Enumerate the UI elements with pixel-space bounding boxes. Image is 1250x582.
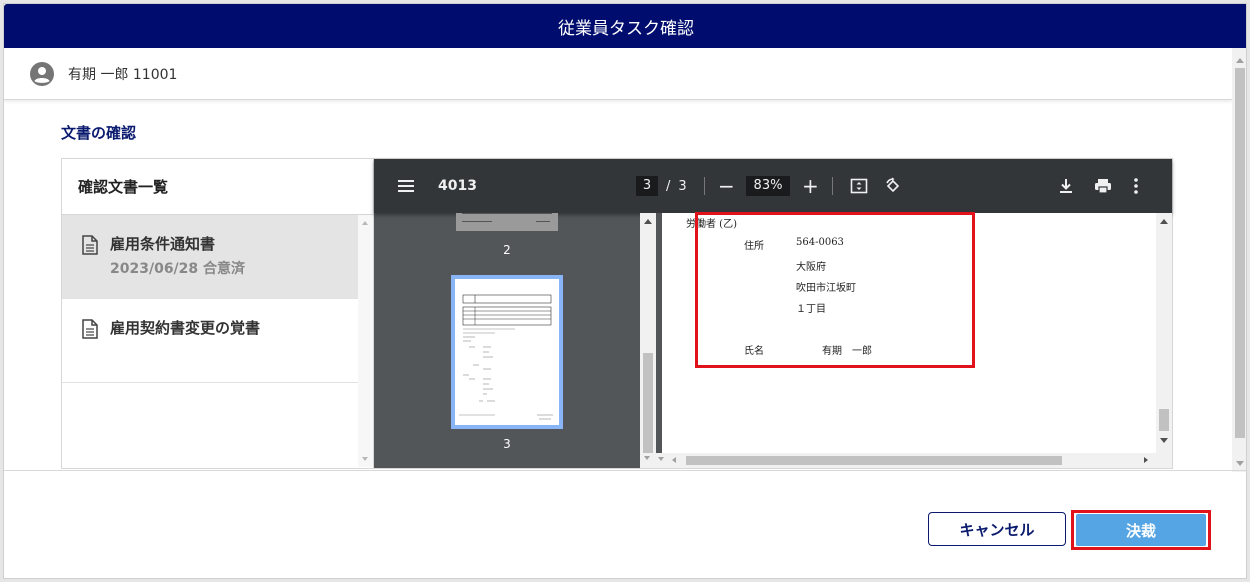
pdf-page-area: 労働者 (乙) 住所 564-0063 大阪府 吹田市江坂町 １丁目 氏名 有期… — [656, 213, 1172, 468]
thumbnail-label: 3 — [503, 437, 511, 451]
more-options-icon[interactable] — [1134, 159, 1138, 213]
scroll-thumb[interactable] — [686, 456, 1062, 465]
user-name: 有期 一郎 11001 — [68, 66, 178, 83]
pdf-document-name: 4013 — [438, 178, 477, 194]
page-horizontal-scrollbar[interactable] — [656, 453, 1172, 468]
city: 吹田市江坂町 — [796, 283, 856, 294]
scroll-down-arrow-icon[interactable] — [362, 457, 368, 461]
print-icon[interactable] — [1094, 159, 1112, 213]
pdf-toolbar: 4013 3 / 3 − 83% + — [374, 159, 1172, 213]
page-number-input[interactable]: 3 — [636, 176, 658, 196]
document-icon — [82, 319, 98, 339]
scroll-down-arrow-icon[interactable] — [644, 456, 650, 460]
document-item-title: 雇用契約書変更の覚書 — [110, 319, 261, 337]
thumbnail-preview — [459, 294, 553, 420]
document-list: 確認文書一覧 雇用条件通知書 2023/06/28 合意済 雇用契約書変更の覚書 — [62, 159, 374, 468]
scroll-up-arrow-icon[interactable] — [1160, 219, 1168, 224]
task-confirm-window: 従業員タスク確認 有期 一郎 11001 文書の確認 確認文書一覧 雇用条件通知… — [3, 3, 1247, 579]
title-bar: 従業員タスク確認 — [4, 4, 1246, 48]
prefecture: 大阪府 — [796, 262, 826, 273]
thumbnail-page-2[interactable] — [456, 213, 558, 231]
thumbnail-label: 2 — [503, 243, 511, 257]
toolbar-divider — [832, 177, 833, 195]
name-value: 有期 一郎 — [822, 346, 872, 357]
decide-button[interactable]: 決裁 — [1076, 514, 1206, 546]
scroll-down-arrow-icon[interactable] — [658, 457, 664, 461]
zoom-indicator: 83% — [746, 159, 790, 213]
thumbnail-pane: 2 3 — [374, 213, 640, 468]
page-vertical-scrollbar[interactable] — [1156, 213, 1172, 453]
pdf-page: 労働者 (乙) 住所 564-0063 大阪府 吹田市江坂町 １丁目 氏名 有期… — [662, 213, 1156, 453]
scroll-up-arrow-icon[interactable] — [362, 221, 368, 225]
zoom-in-button[interactable]: + — [802, 159, 819, 213]
document-item-title: 雇用条件通知書 — [110, 235, 216, 253]
scroll-down-arrow-icon[interactable] — [1236, 461, 1244, 466]
decide-button-highlight: 決裁 — [1071, 510, 1211, 550]
scroll-up-arrow-icon[interactable] — [1236, 58, 1244, 63]
user-avatar-icon — [30, 61, 54, 86]
block: １丁目 — [796, 304, 826, 315]
scroll-thumb[interactable] — [1159, 409, 1169, 431]
scroll-right-arrow-icon[interactable] — [1144, 457, 1148, 463]
document-item-status: 2023/06/28 合意済 — [110, 261, 246, 277]
thumbnail-scrollbar[interactable] — [640, 213, 656, 468]
main-scrollbar[interactable] — [1232, 48, 1246, 472]
document-list-scrollbar[interactable] — [358, 215, 373, 467]
postal-code: 564-0063 — [796, 237, 844, 248]
name-label: 氏名 — [744, 346, 764, 357]
zoom-input[interactable]: 83% — [746, 176, 790, 196]
scroll-left-arrow-icon[interactable] — [672, 457, 676, 463]
document-item-contract-memo[interactable]: 雇用契約書変更の覚書 — [62, 299, 373, 383]
rotate-icon[interactable] — [884, 159, 902, 213]
zoom-out-button[interactable]: − — [718, 159, 735, 213]
page-heading: 労働者 (乙) — [686, 219, 737, 230]
document-list-header: 確認文書一覧 — [62, 159, 373, 215]
cancel-button[interactable]: キャンセル — [928, 512, 1066, 546]
document-panel: 確認文書一覧 雇用条件通知書 2023/06/28 合意済 雇用契約書変更の覚書… — [61, 158, 1173, 469]
document-item-employment-notice[interactable]: 雇用条件通知書 2023/06/28 合意済 — [62, 215, 373, 299]
window-title: 従業員タスク確認 — [558, 18, 694, 39]
footer-divider — [4, 470, 1246, 471]
scroll-up-arrow-icon[interactable] — [644, 219, 652, 224]
scroll-thumb[interactable] — [643, 353, 653, 453]
fit-page-icon[interactable] — [850, 159, 868, 213]
pdf-viewer: 4013 3 / 3 − 83% + 2 3 労働者 (乙) 住所 564-00… — [374, 159, 1172, 468]
download-icon[interactable] — [1058, 159, 1074, 213]
scroll-thumb[interactable] — [1235, 68, 1245, 438]
page-total: 3 — [678, 178, 687, 194]
scroll-down-arrow-icon[interactable] — [1160, 438, 1168, 443]
thumbnail-page-3[interactable] — [451, 275, 563, 429]
page-separator: / — [666, 178, 671, 194]
page-indicator: 3 / 3 — [636, 159, 687, 213]
section-title: 文書の確認 — [61, 124, 137, 142]
toolbar-divider — [704, 177, 705, 195]
menu-icon[interactable] — [398, 159, 414, 213]
address-label: 住所 — [744, 241, 764, 252]
document-icon — [82, 235, 98, 255]
user-bar: 有期 一郎 11001 — [4, 48, 1232, 100]
